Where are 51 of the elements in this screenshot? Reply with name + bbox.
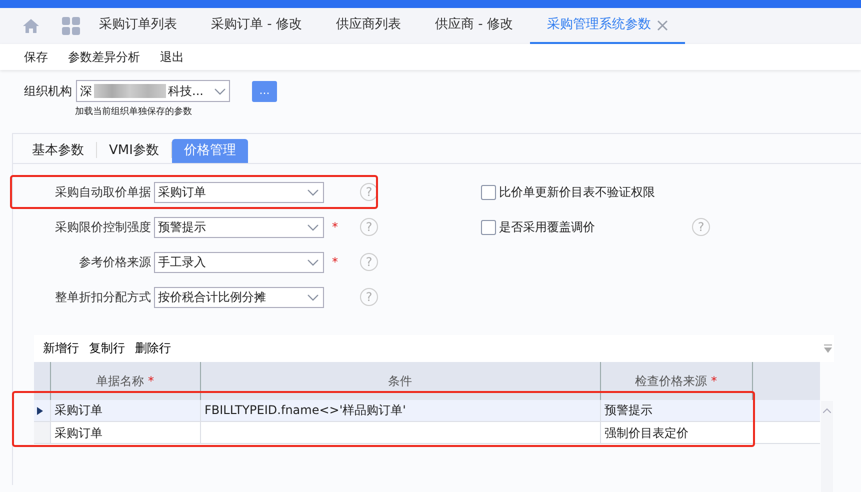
grid-action[interactable]: 删除行: [130, 339, 176, 357]
checkbox[interactable]: [481, 184, 496, 200]
column-header: 检查价格来源 *: [600, 362, 752, 400]
column-header: 单据名称 *: [50, 362, 200, 400]
dropdown[interactable]: 手工录入: [154, 252, 324, 272]
field-label: 整单折扣分配方式: [54, 289, 152, 306]
checkbox[interactable]: [481, 220, 496, 234]
toolbar-button[interactable]: 退出: [150, 48, 194, 66]
caret-icon: [214, 86, 226, 96]
hint-text: 加载当前组织单独保存的参数: [75, 106, 193, 119]
row-pointer-icon: [37, 406, 43, 415]
grid-action[interactable]: 复制行: [84, 339, 130, 357]
table-cell: 采购订单: [50, 400, 200, 422]
caret-icon: [307, 292, 319, 302]
caret-icon: [307, 257, 319, 267]
required-mark: *: [148, 374, 154, 388]
caret-icon: [307, 187, 319, 197]
field-label: 采购自动取价单据: [54, 184, 152, 201]
tab[interactable]: 基本参数: [20, 138, 96, 162]
field-label: 参考价格来源: [78, 254, 152, 271]
dropdown[interactable]: 采购订单: [154, 182, 324, 202]
grid-action[interactable]: 新增行: [38, 339, 84, 357]
checkbox-label: 比价单更新价目表不验证权限: [499, 184, 655, 201]
filter-icon: [824, 344, 832, 352]
close-icon: [656, 20, 668, 30]
required-mark: *: [331, 219, 339, 236]
tab[interactable]: 采购订单 - 修改: [194, 8, 319, 44]
table-cell: 采购订单: [50, 422, 200, 444]
field-label: 组织机构: [24, 83, 72, 100]
toolbar-button[interactable]: 参数差异分析: [58, 48, 150, 66]
tab[interactable]: 供应商列表: [318, 8, 418, 44]
dropdown[interactable]: 按价税合计比例分摊: [154, 286, 324, 308]
dropdown[interactable]: 预警提示: [154, 216, 324, 238]
field-label: 采购限价控制强度: [54, 219, 152, 236]
scroll-up-icon: [823, 408, 831, 413]
table-cell: FBILLTYPEID.fname<>'样品购订单': [200, 400, 600, 422]
home-icon: [22, 18, 40, 34]
required-mark: *: [331, 254, 339, 271]
toolbar-button[interactable]: 保存: [14, 48, 58, 66]
checkbox-label: 是否采用覆盖调价: [499, 219, 595, 236]
caret-icon: [307, 222, 319, 232]
tab[interactable]: 采购订单列表: [82, 8, 194, 44]
column-header: 条件: [200, 362, 600, 400]
apps-icon: [62, 17, 80, 35]
tab[interactable]: 供应商 - 修改: [418, 8, 530, 44]
table-cell: 预警提示: [600, 400, 752, 422]
organization-select[interactable]: 深 科技...: [76, 80, 230, 102]
redacted-area: [94, 84, 166, 98]
table-cell: 强制价目表定价: [600, 422, 752, 444]
tab[interactable]: VMI参数: [97, 138, 171, 162]
required-mark: *: [711, 374, 717, 388]
